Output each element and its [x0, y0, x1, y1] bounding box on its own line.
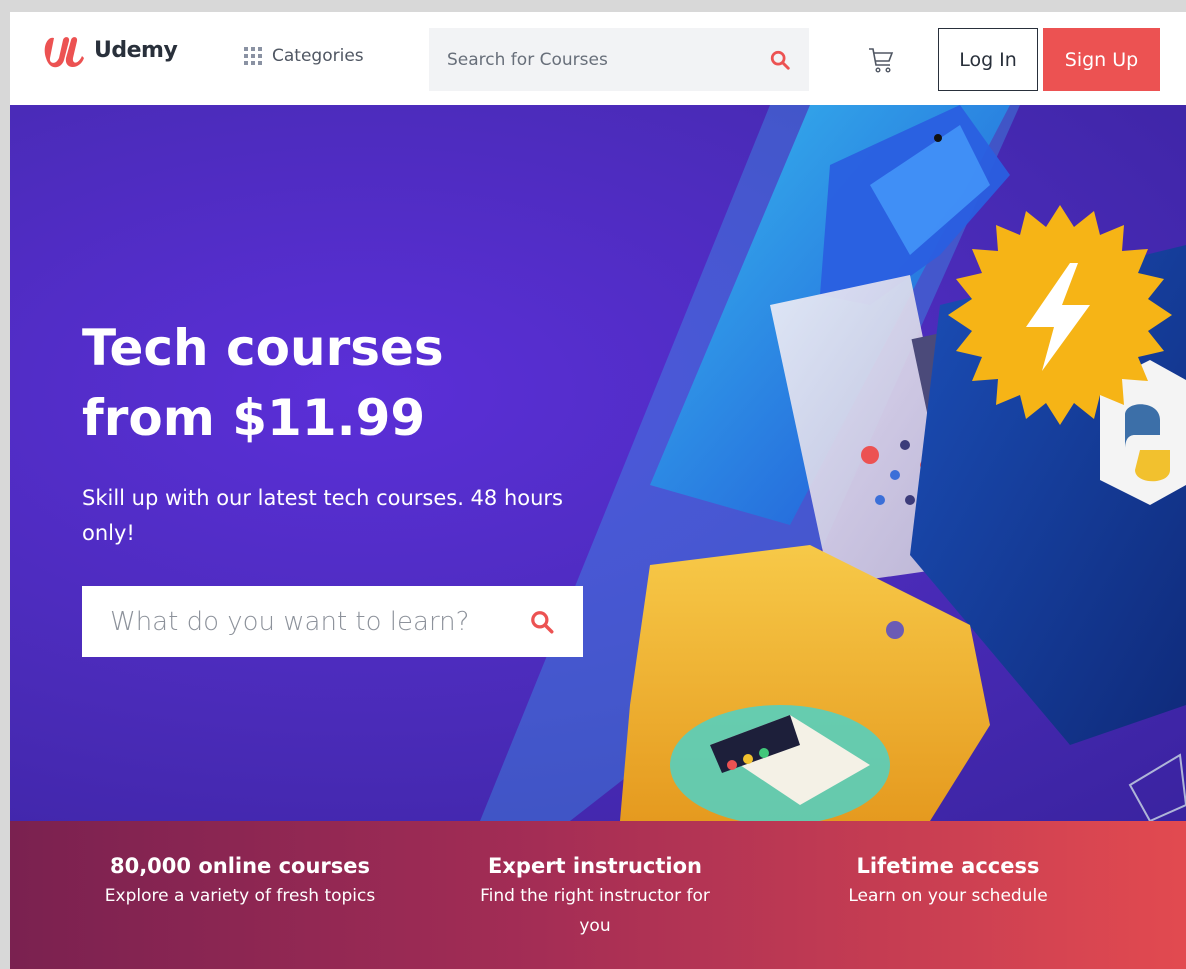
value-prop-title: Lifetime access — [856, 854, 1040, 878]
hero-title-line2: from $11.99 — [82, 389, 426, 447]
search-icon[interactable] — [529, 609, 555, 635]
value-prop-desc: Learn on your schedule — [848, 886, 1048, 906]
browser-viewport: Udemy Categories Search for Courses Log … — [10, 12, 1186, 969]
hero-search-input[interactable]: What do you want to learn? — [82, 586, 583, 657]
header-search-input[interactable]: Search for Courses — [429, 28, 809, 91]
value-prop-access: Lifetime access Learn on your schedule — [820, 851, 1076, 911]
hero-illustration — [480, 105, 1186, 821]
header-search-placeholder: Search for Courses — [447, 49, 608, 70]
grid-icon — [244, 47, 262, 65]
hero-title-line1: Tech courses — [82, 319, 444, 377]
value-prop-title: Expert instruction — [488, 854, 702, 878]
value-prop-desc: Find the right instructor for you — [480, 886, 710, 936]
value-prop-title: 80,000 online courses — [109, 854, 371, 878]
value-props-bar: 80,000 online courses Explore a variety … — [10, 821, 1186, 969]
cart-icon[interactable] — [866, 45, 896, 75]
hero-search-placeholder: What do you want to learn? — [110, 606, 470, 637]
hero-banner: Tech courses from $11.99 Skill up with o… — [10, 105, 1186, 821]
hero-subtitle: Skill up with our latest tech courses. 4… — [82, 486, 564, 545]
value-prop-courses: 80,000 online courses Explore a variety … — [100, 851, 380, 911]
value-prop-desc: Explore a variety of fresh topics — [104, 886, 376, 906]
value-prop-instruction: Expert instruction Find the right instru… — [472, 851, 718, 941]
login-button[interactable]: Log In — [938, 28, 1038, 91]
signup-button[interactable]: Sign Up — [1043, 28, 1160, 91]
udemy-logo-icon — [44, 37, 84, 68]
brand-name: Udemy — [94, 37, 178, 63]
hero-title: Tech courses from $11.99 — [82, 313, 602, 453]
categories-menu[interactable]: Categories — [244, 46, 364, 66]
udemy-logo[interactable]: Udemy — [40, 28, 178, 72]
top-header: Udemy Categories Search for Courses Log … — [10, 12, 1186, 105]
search-icon[interactable] — [769, 49, 791, 71]
categories-label: Categories — [272, 46, 364, 66]
